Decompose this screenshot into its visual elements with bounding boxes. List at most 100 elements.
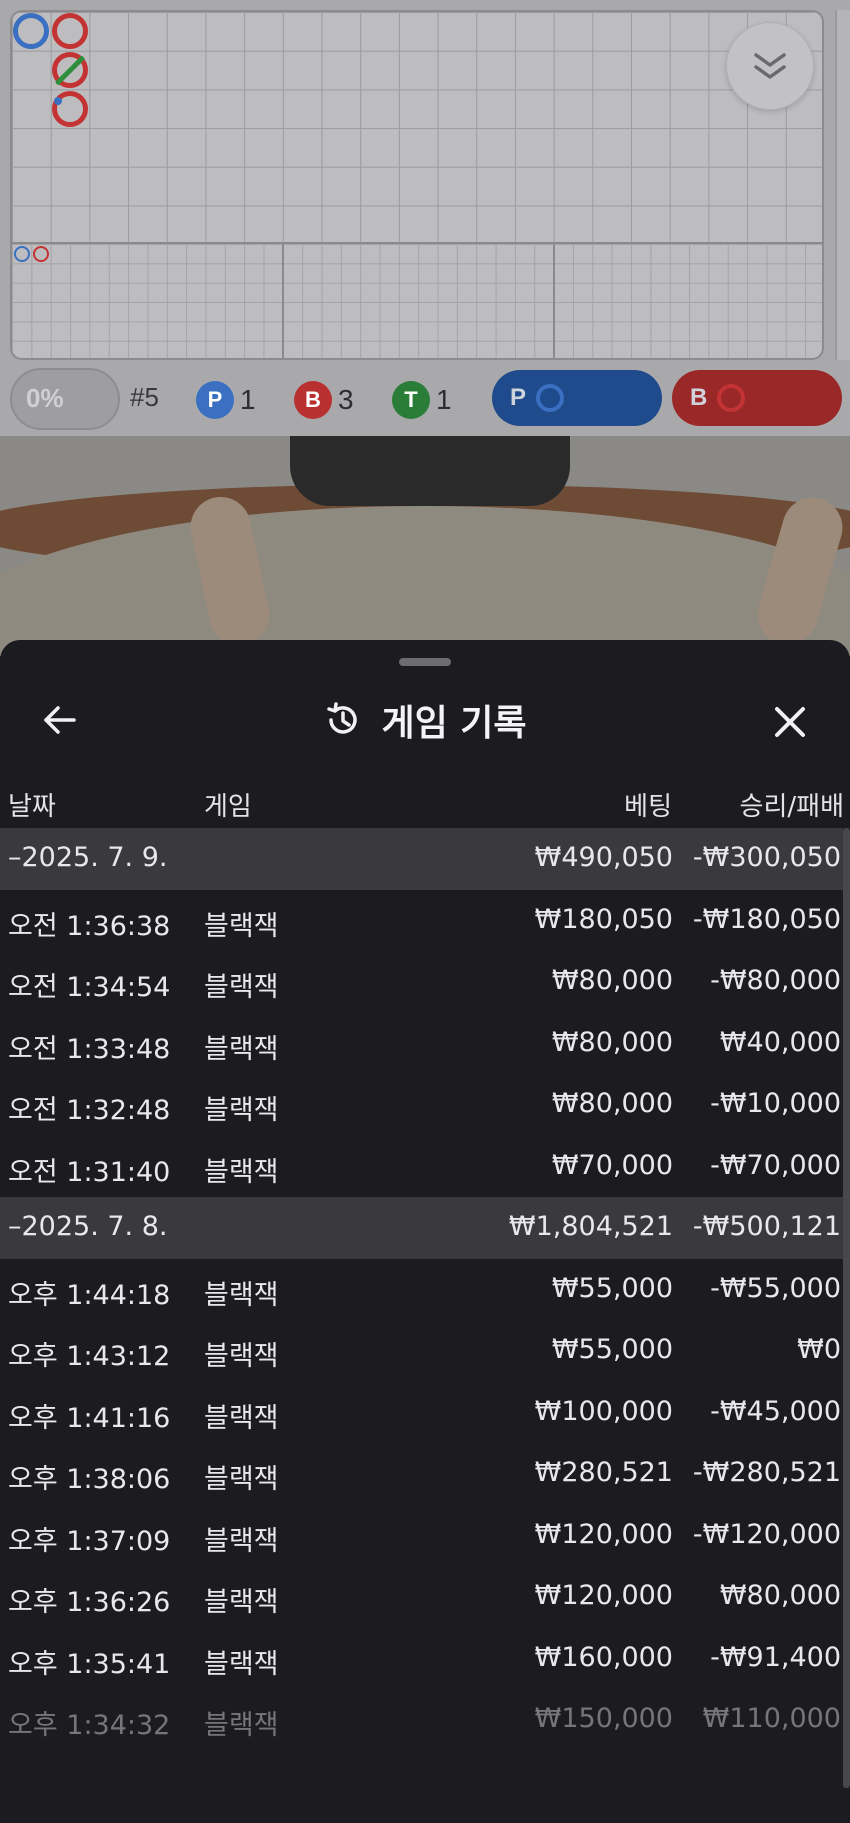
history-row[interactable]: 오후 1:37:09 블랙잭 ₩120,000 -₩120,000 [0,1505,843,1567]
group-date: –2025. 7. 9. [8,842,168,873]
history-row[interactable]: 오전 1:34:54 블랙잭 ₩80,000 -₩80,000 [0,951,843,1013]
player-predict-ring-icon [536,384,565,412]
tie-chip: T [392,381,430,419]
history-row[interactable]: 오후 1:43:12 블랙잭 ₩55,000 ₩0 [0,1320,843,1382]
row-game: 블랙잭 [204,910,279,942]
row-game: 블랙잭 [204,972,279,1003]
history-row[interactable]: 오전 1:31:40 블랙잭 ₩70,000 -₩70,000 [0,1136,843,1198]
player-predict-button[interactable]: P [492,370,662,426]
row-result: -₩280,521 [692,1457,841,1488]
row-bet: ₩55,000 [551,1334,673,1365]
row-game: 블랙잭 [204,1033,279,1065]
row-bet: ₩80,000 [551,1088,673,1119]
row-game: 블랙잭 [204,1279,279,1311]
date-group-row[interactable]: –2025. 7. 8. ₩1,804,521 -₩500,121 [0,1197,843,1259]
road-divider [553,244,555,358]
row-game: 블랙잭 [204,1156,279,1188]
history-row[interactable]: 오전 1:33:48 블랙잭 ₩80,000 ₩40,000 [0,1013,843,1075]
player-count-stat: P 1 [196,381,256,419]
group-bet-total: ₩490,050 [534,842,673,873]
group-result-total: -₩500,121 [692,1211,841,1242]
player-pair-dot [54,97,62,105]
row-time: 오후 1:44:18 [8,1279,171,1311]
close-icon[interactable] [770,702,810,742]
row-game: 블랙잭 [204,1525,279,1557]
table-header: 날짜 게임 베팅 승리/패배 [0,778,850,828]
chevron-down-icon [754,53,786,79]
history-row[interactable]: 오후 1:34:32 블랙잭 ₩150,000 ₩110,000 [0,1689,843,1751]
row-game: 블랙잭 [204,1587,279,1618]
date-group-row[interactable]: –2025. 7. 9. ₩490,050 -₩300,050 [0,828,843,890]
banker-predict-label: B [690,384,708,411]
row-time: 오전 1:31:40 [8,1156,171,1188]
row-bet: ₩80,000 [551,1026,673,1058]
live-video-feed [0,436,850,656]
back-arrow-icon[interactable] [40,700,80,740]
row-bet: ₩120,000 [534,1518,673,1550]
history-icon [327,702,358,734]
bead-road-board[interactable] [10,10,824,360]
group-result-total: -₩300,050 [692,842,841,873]
row-time: 오후 1:38:06 [8,1464,171,1495]
row-game: 블랙잭 [204,1095,279,1126]
row-result: -₩120,000 [692,1518,841,1550]
road-divider [282,244,284,358]
game-area: 0% #5 P 1 B 3 T 1 P B [0,0,850,440]
row-time: 오후 1:41:16 [8,1402,171,1434]
history-row[interactable]: 오전 1:32:48 블랙잭 ₩80,000 -₩10,000 [0,1074,843,1136]
row-result: -₩55,000 [710,1272,841,1304]
sheet-header: 게임 기록 [0,680,850,760]
row-result: ₩0 [797,1334,841,1365]
row-result: -₩91,400 [710,1641,841,1673]
small-banker-ring [33,246,49,262]
small-player-ring [14,246,30,262]
player-predict-label: P [510,384,527,411]
row-time: 오후 1:35:41 [8,1648,171,1680]
column-date: 날짜 [8,792,56,822]
banker-predict-button[interactable]: B [672,370,842,426]
sheet-title: 게임 기록 [381,703,527,744]
row-result: ₩110,000 [702,1703,841,1734]
scrollbar[interactable] [843,828,850,1788]
row-bet: ₩55,000 [551,1272,673,1304]
row-bet: ₩80,000 [551,965,673,996]
history-row[interactable]: 오후 1:38:06 블랙잭 ₩280,521 -₩280,521 [0,1443,843,1505]
history-list: –2025. 7. 9. ₩490,050 -₩300,050 오전 1:36:… [0,828,843,1751]
row-bet: ₩70,000 [551,1149,673,1181]
row-game: 블랙잭 [204,1464,279,1495]
row-game: 블랙잭 [204,1402,279,1434]
column-result: 승리/패배 [739,792,844,822]
banker-count-stat: B 3 [294,381,354,419]
banker-count: 3 [338,384,354,415]
row-bet: ₩160,000 [534,1641,673,1673]
row-result: ₩40,000 [719,1026,841,1058]
row-time: 오후 1:43:12 [8,1341,171,1372]
group-date: –2025. 7. 8. [8,1211,168,1242]
history-row[interactable]: 오후 1:44:18 블랙잭 ₩55,000 -₩55,000 [0,1259,843,1321]
player-chip: P [196,381,234,419]
row-time: 오후 1:37:09 [8,1525,171,1557]
row-time: 오후 1:36:26 [8,1587,171,1618]
dealer-image [290,436,570,506]
game-history-sheet: 게임 기록 날짜 게임 베팅 승리/패배 –2025. 7. 9. ₩490,0… [0,640,850,1823]
game-stats-bar: 0% #5 P 1 B 3 T 1 P B [0,366,850,430]
row-result: ₩80,000 [719,1580,841,1611]
percent-toggle[interactable]: 0% [10,368,120,430]
big-road-grid [12,12,822,244]
banker-predict-ring-icon [717,384,746,412]
row-time: 오전 1:34:54 [8,972,171,1003]
row-game: 블랙잭 [204,1648,279,1680]
collapse-button[interactable] [726,22,814,110]
banker-ring-marker [52,13,88,49]
history-row[interactable]: 오후 1:41:16 블랙잭 ₩100,000 -₩45,000 [0,1382,843,1444]
column-game: 게임 [204,792,252,822]
row-bet: ₩100,000 [534,1395,673,1427]
drag-handle[interactable] [399,658,451,666]
history-row[interactable]: 오후 1:35:41 블랙잭 ₩160,000 -₩91,400 [0,1628,843,1690]
row-result: -₩10,000 [710,1088,841,1119]
history-row[interactable]: 오전 1:36:38 블랙잭 ₩180,050 -₩180,050 [0,890,843,952]
row-bet: ₩120,000 [534,1580,673,1611]
history-row[interactable]: 오후 1:36:26 블랙잭 ₩120,000 ₩80,000 [0,1566,843,1628]
row-result: -₩70,000 [710,1149,841,1181]
row-game: 블랙잭 [204,1341,279,1372]
